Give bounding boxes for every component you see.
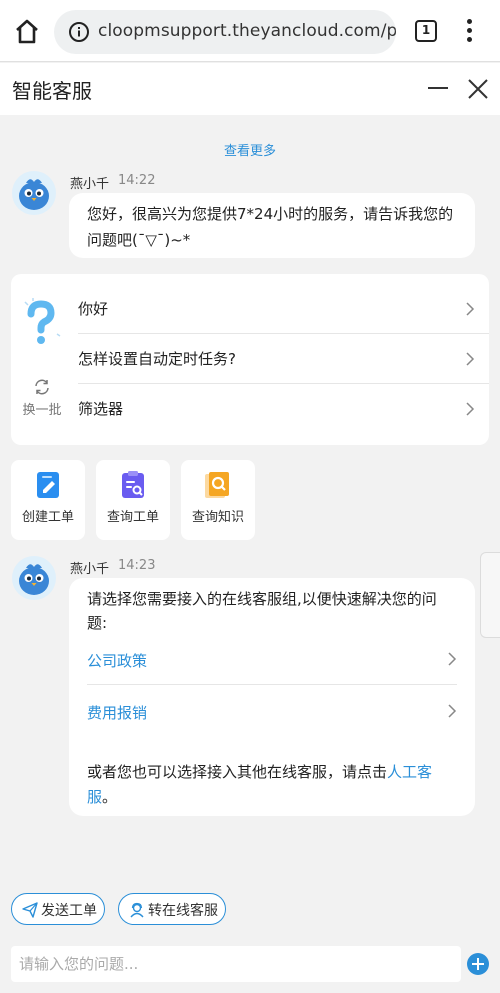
chat-header: 智能客服 — [0, 63, 500, 115]
browser-toolbar: cloopmsupport.theyancloud.com/por 1 — [0, 0, 500, 62]
side-drawer-handle[interactable] — [480, 552, 500, 638]
load-more-link[interactable]: 查看更多 — [0, 140, 500, 159]
message-bubble: 请选择您需要接入的在线客服组,以便快速解决您的问 题: 公司政策 费用报销 或者… — [69, 578, 475, 816]
message-text-line: 请选择您需要接入的在线客服组,以便快速解决您的问 — [87, 590, 437, 608]
message-text-line: 题: — [87, 614, 108, 632]
send-icon — [22, 902, 38, 918]
transfer-online-button[interactable]: 转在线客服 — [118, 893, 226, 925]
message-text: 或者您也可以选择接入其他在线客服，请点击 — [87, 763, 388, 781]
human-agent-link[interactable]: 人工客 — [387, 763, 432, 781]
close-icon[interactable] — [466, 77, 490, 101]
sender-name: 燕小千 — [70, 562, 110, 577]
add-icon[interactable] — [467, 953, 489, 975]
message-text-line: 或者您也可以选择接入其他在线客服，请点击人工客 — [87, 759, 432, 785]
chevron-right-icon — [466, 302, 475, 316]
tab-switcher-button[interactable]: 1 — [415, 20, 437, 42]
send-ticket-button[interactable]: 发送工单 — [11, 893, 105, 925]
service-group-label: 公司政策 — [87, 652, 148, 670]
query-ticket-button[interactable]: 查询工单 — [96, 460, 170, 540]
divider — [87, 684, 457, 685]
service-group-link[interactable]: 费用报销 — [87, 692, 457, 732]
service-group-link[interactable]: 公司政策 — [87, 640, 457, 680]
message-text-line: 您好，很高兴为您提供7*24小时的服务，请告诉我您的 — [87, 205, 454, 223]
message-input[interactable] — [11, 946, 461, 982]
transfer-online-label: 转在线客服 — [148, 903, 218, 919]
query-ticket-icon — [122, 471, 144, 498]
chat-title: 智能客服 — [12, 79, 92, 103]
tile-label: 查询知识 — [191, 510, 244, 525]
faq-item[interactable]: 你好 — [78, 284, 489, 334]
refresh-label: 换一批 — [22, 403, 62, 418]
chevron-right-icon — [448, 704, 457, 718]
question-mark-icon — [24, 298, 61, 344]
faq-card: 换一批 你好 怎样设置自动定时任务? 筛选器 — [11, 274, 489, 445]
bot-avatar — [12, 556, 56, 600]
chevron-right-icon — [466, 352, 475, 366]
refresh-icon — [35, 379, 49, 395]
address-bar[interactable]: cloopmsupport.theyancloud.com/por — [54, 10, 396, 54]
home-icon[interactable] — [14, 17, 40, 45]
refresh-faq-button[interactable]: 换一批 — [21, 378, 63, 418]
message-text: 。 — [102, 788, 118, 806]
tile-label: 查询工单 — [106, 510, 159, 525]
faq-question: 筛选器 — [78, 400, 124, 418]
create-ticket-icon — [37, 472, 59, 498]
faq-item[interactable]: 筛选器 — [78, 384, 489, 434]
tile-label: 创建工单 — [21, 510, 74, 525]
chevron-right-icon — [448, 652, 457, 666]
agent-icon — [130, 902, 144, 918]
query-knowledge-button[interactable]: 查询知识 — [181, 460, 255, 540]
chevron-right-icon — [466, 402, 475, 416]
message-time: 14:22 — [118, 173, 156, 188]
send-ticket-label: 发送工单 — [41, 903, 97, 919]
create-ticket-button[interactable]: 创建工单 — [11, 460, 85, 540]
message-text-line: 问题吧(¯▽¯)~* — [87, 231, 191, 249]
bot-avatar — [12, 171, 56, 215]
minimize-icon[interactable] — [428, 87, 448, 89]
faq-question: 怎样设置自动定时任务? — [78, 350, 236, 368]
info-icon[interactable] — [68, 21, 90, 43]
message-text-line: 服。 — [87, 784, 117, 810]
message-bubble: 您好，很高兴为您提供7*24小时的服务，请告诉我您的 问题吧(¯▽¯)~* — [69, 193, 475, 258]
url-text: cloopmsupport.theyancloud.com/por — [98, 21, 396, 41]
service-group-label: 费用报销 — [87, 704, 148, 722]
faq-item[interactable]: 怎样设置自动定时任务? — [78, 334, 489, 384]
message-time: 14:23 — [118, 558, 156, 573]
human-agent-link[interactable]: 服 — [87, 788, 102, 806]
query-knowledge-icon — [205, 472, 229, 498]
browser-menu-icon[interactable] — [462, 19, 476, 45]
faq-question: 你好 — [78, 300, 109, 318]
sender-name: 燕小千 — [70, 177, 110, 192]
